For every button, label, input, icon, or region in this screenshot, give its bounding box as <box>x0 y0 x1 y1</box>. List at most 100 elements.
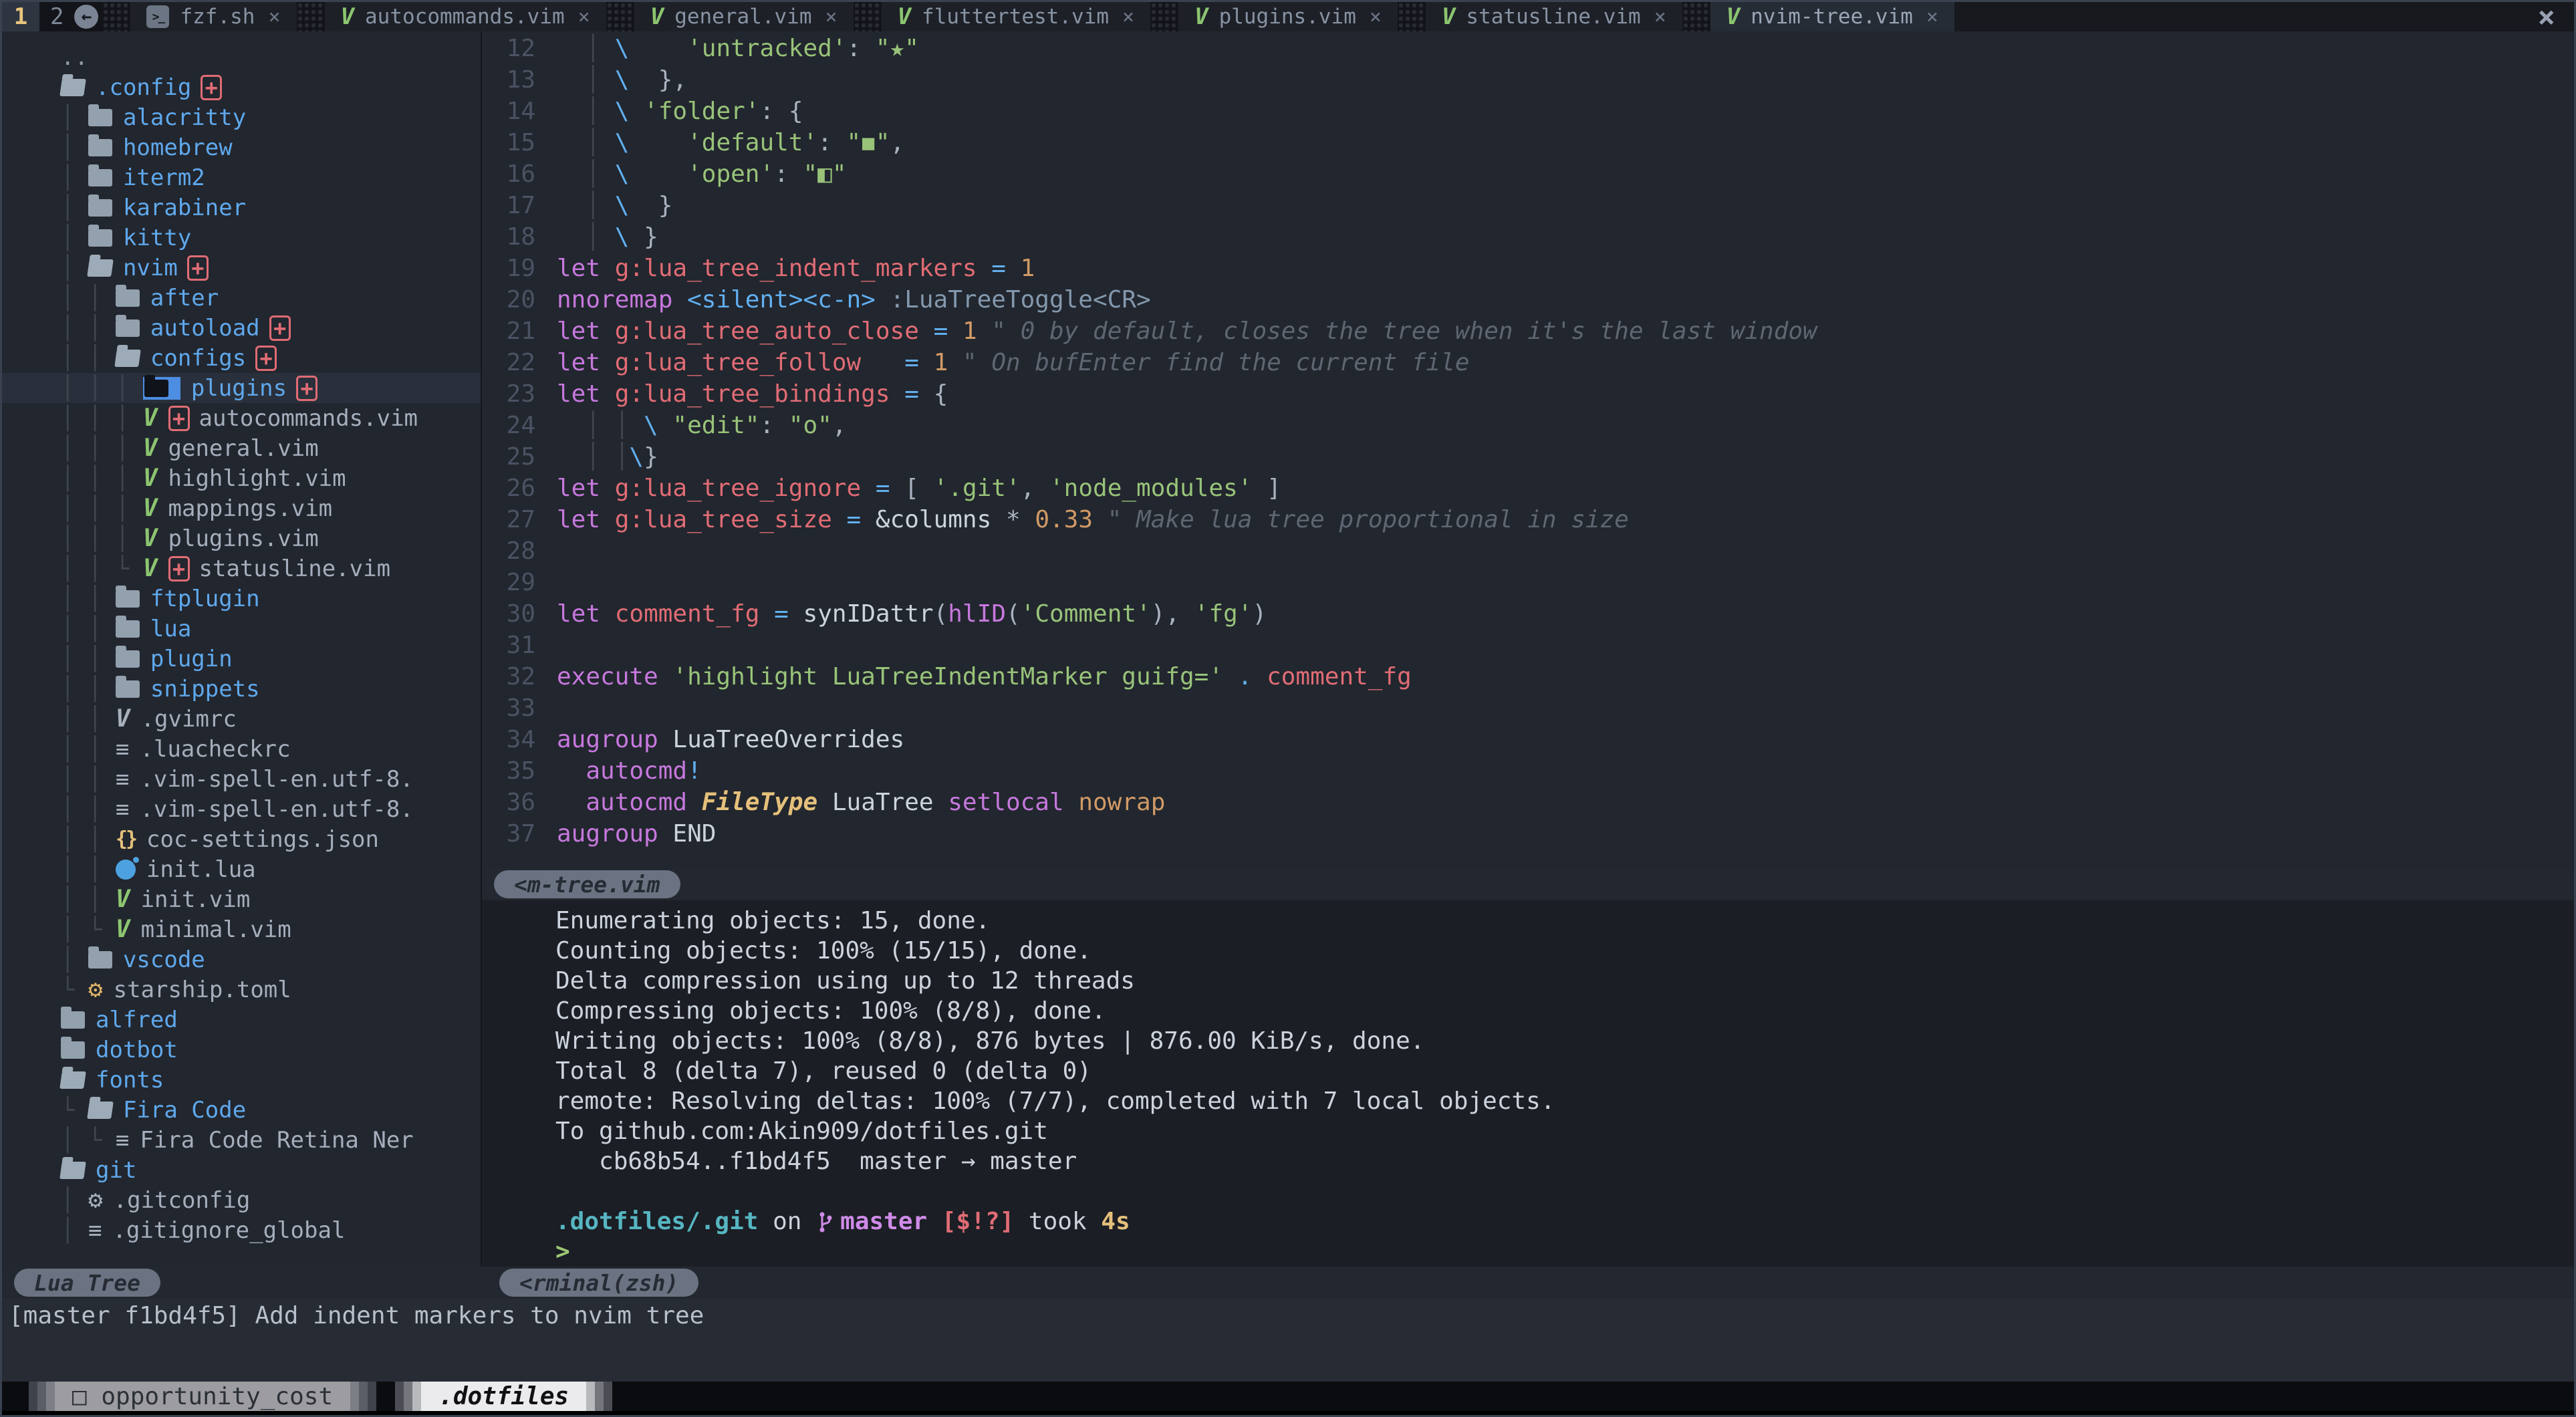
tree-item-..[interactable]: .. <box>2 42 481 72</box>
tab-fluttertest.vim[interactable]: Vfluttertest.vim× <box>882 2 1151 31</box>
tree-indent-guide: │ └ <box>61 916 116 943</box>
tab-general.vim[interactable]: Vgeneral.vim× <box>634 2 854 31</box>
code-editor-pane[interactable]: 12 │ \ 'untracked': "★"13 │ \ },14 │ \ '… <box>482 31 2574 868</box>
terminal-line: cb68b54..f1bd4f5 master → master <box>555 1146 2574 1176</box>
tree-indent-guide: └ <box>61 1097 88 1124</box>
tree-item-.gitconfig[interactable]: │ ⚙.gitconfig <box>2 1185 481 1215</box>
tab-autocommands.vim[interactable]: Vautocommands.vim× <box>325 2 606 31</box>
tmux-window-dotfiles[interactable]: .dotfiles <box>395 1382 612 1411</box>
tree-item-Fira Code[interactable]: └ Fira Code <box>2 1095 481 1125</box>
tab-page-number-2[interactable]: 2 <box>39 2 74 31</box>
back-arrow-icon[interactable]: ← <box>74 5 98 29</box>
line-number: 31 <box>482 630 557 661</box>
tree-item-statusline.vim[interactable]: │ │ └ V+statusline.vim <box>2 553 481 584</box>
tree-item-after[interactable]: │ │ after <box>2 283 481 313</box>
tree-item-karabiner[interactable]: │ karabiner <box>2 192 481 223</box>
tree-item-plugins.vim[interactable]: │ │ │ Vplugins.vim <box>2 523 481 553</box>
tree-item-snippets[interactable]: │ │ snippets <box>2 674 481 704</box>
code-token: '.git' <box>934 475 1021 502</box>
tree-item-label: karabiner <box>123 195 246 221</box>
line-number: 37 <box>482 818 557 850</box>
tree-indent-guide: │ │ <box>61 736 116 763</box>
code-token <box>876 286 890 313</box>
line-number: 34 <box>482 724 557 755</box>
folder-open-icon <box>59 1162 86 1179</box>
tab-fzf.sh[interactable]: >_fzf.sh× <box>130 2 296 31</box>
tab-close-icon[interactable]: × <box>1926 5 1938 29</box>
tree-item-minimal.vim[interactable]: │ └ Vminimal.vim <box>2 914 481 944</box>
tree-item-init.vim[interactable]: │ │ Vinit.vim <box>2 884 481 914</box>
code-token: nnoremap <box>557 286 672 313</box>
tree-item-highlight.vim[interactable]: │ │ │ Vhighlight.vim <box>2 463 481 493</box>
tree-item-plugin[interactable]: │ │ plugin <box>2 644 481 674</box>
tree-item-fonts[interactable]: fonts <box>2 1065 481 1095</box>
close-icon[interactable]: × <box>2538 0 2556 34</box>
tab-nvim-tree.vim[interactable]: Vnvim-tree.vim× <box>1710 2 1954 31</box>
tab-page-number-1[interactable]: 1 <box>2 2 39 31</box>
code-token: : <box>817 129 846 156</box>
tree-item-vscode[interactable]: │ vscode <box>2 944 481 975</box>
tree-item-Fira Code Retina Ner[interactable]: │ └ ≡Fira Code Retina Ner <box>2 1125 481 1155</box>
tree-item-init.lua[interactable]: │ │ init.lua <box>2 854 481 884</box>
code-token: let <box>557 506 600 533</box>
code-token: │ <box>557 192 615 219</box>
tab-close-icon[interactable]: × <box>825 5 838 29</box>
vim-icon: V <box>143 434 158 462</box>
tree-item-starship.toml[interactable]: └ ⚙starship.toml <box>2 975 481 1005</box>
code-line: 20nnoremap <silent><c-n> :LuaTreeToggle<… <box>482 284 2574 315</box>
tmux-window-opportunity_cost[interactable]: □ opportunity_cost <box>29 1382 376 1411</box>
tab-close-icon[interactable]: × <box>268 5 280 29</box>
file-tree-sidebar[interactable]: ...config+│ alacritty│ homebrew│ iterm2│… <box>2 31 482 1267</box>
tree-item-iterm2[interactable]: │ iterm2 <box>2 162 481 192</box>
tree-item-ftplugin[interactable]: │ │ ftplugin <box>2 584 481 614</box>
code-line-content: │ │\} <box>557 441 658 473</box>
code-line-content: │ │ \ "edit": "o", <box>557 410 847 441</box>
powerline-shade <box>359 1382 368 1411</box>
tab-statusline.vim[interactable]: Vstatusline.vim× <box>1426 2 1682 31</box>
tree-item-alacritty[interactable]: │ alacritty <box>2 102 481 132</box>
tree-item-.vim-spell-en.utf-8.[interactable]: │ │ ≡.vim-spell-en.utf-8. <box>2 764 481 794</box>
terminal-pane[interactable]: Enumerating objects: 15, done.Counting o… <box>482 900 2574 1267</box>
code-token: │ <box>557 98 615 125</box>
code-line: 36 autocmd FileType LuaTree setlocal now… <box>482 787 2574 818</box>
tab-close-icon[interactable]: × <box>578 5 590 29</box>
tree-item-kitty[interactable]: │ kitty <box>2 223 481 253</box>
tree-item-lua[interactable]: │ │ lua <box>2 614 481 644</box>
git-modified-badge: + <box>201 75 222 100</box>
line-number: 14 <box>482 96 557 127</box>
tree-item-configs[interactable]: │ │ configs+ <box>2 343 481 373</box>
tree-item-coc-settings.json[interactable]: │ │ {}coc-settings.json <box>2 824 481 854</box>
git-modified-badge: + <box>269 315 291 341</box>
tree-indent-guide: │ │ │ <box>61 405 143 432</box>
code-token: = <box>876 475 890 502</box>
tree-item-autoload[interactable]: │ │ autoload+ <box>2 313 481 343</box>
tree-item-git[interactable]: git <box>2 1155 481 1185</box>
code-line: 14 │ \ 'folder': { <box>482 96 2574 127</box>
code-token <box>1093 506 1108 533</box>
tree-item-.config[interactable]: .config+ <box>2 72 481 102</box>
tab-close-icon[interactable]: × <box>1122 5 1134 29</box>
tree-item-autocommands.vim[interactable]: │ │ │ V+autocommands.vim <box>2 403 481 433</box>
tab-plugins.vim[interactable]: Vplugins.vim× <box>1178 2 1398 31</box>
code-token: │ <box>557 223 615 251</box>
powerline-shade <box>37 1382 46 1411</box>
terminal-icon: >_ <box>146 5 169 28</box>
code-token: 'untracked' <box>687 35 846 62</box>
tree-item-nvim[interactable]: │ nvim+ <box>2 253 481 283</box>
folder-icon <box>88 199 112 217</box>
tree-item-homebrew[interactable]: │ homebrew <box>2 132 481 162</box>
tree-item-.luacheckrc[interactable]: │ │ ≡.luacheckrc <box>2 734 481 764</box>
tree-item-plugins[interactable]: │ │ │ plugins+ <box>2 373 481 403</box>
tree-item-.gvimrc[interactable]: │ │ V.gvimrc <box>2 704 481 734</box>
tree-item-.gitignore_global[interactable]: │ ≡.gitignore_global <box>2 1215 481 1245</box>
tree-item-mappings.vim[interactable]: │ │ │ Vmappings.vim <box>2 493 481 523</box>
tree-item-general.vim[interactable]: │ │ │ Vgeneral.vim <box>2 433 481 463</box>
tab-separator-dots <box>1150 2 1178 31</box>
tab-close-icon[interactable]: × <box>1654 5 1666 29</box>
tree-cursor <box>143 377 180 400</box>
tree-item-dotbot[interactable]: dotbot <box>2 1035 481 1065</box>
tree-item-.vim-spell-en.utf-8.[interactable]: │ │ ≡.vim-spell-en.utf-8. <box>2 794 481 824</box>
tab-close-icon[interactable]: × <box>1370 5 1382 29</box>
tree-item-alfred[interactable]: alfred <box>2 1005 481 1035</box>
code-token: Delta compression using up to 12 threads <box>555 966 1135 996</box>
